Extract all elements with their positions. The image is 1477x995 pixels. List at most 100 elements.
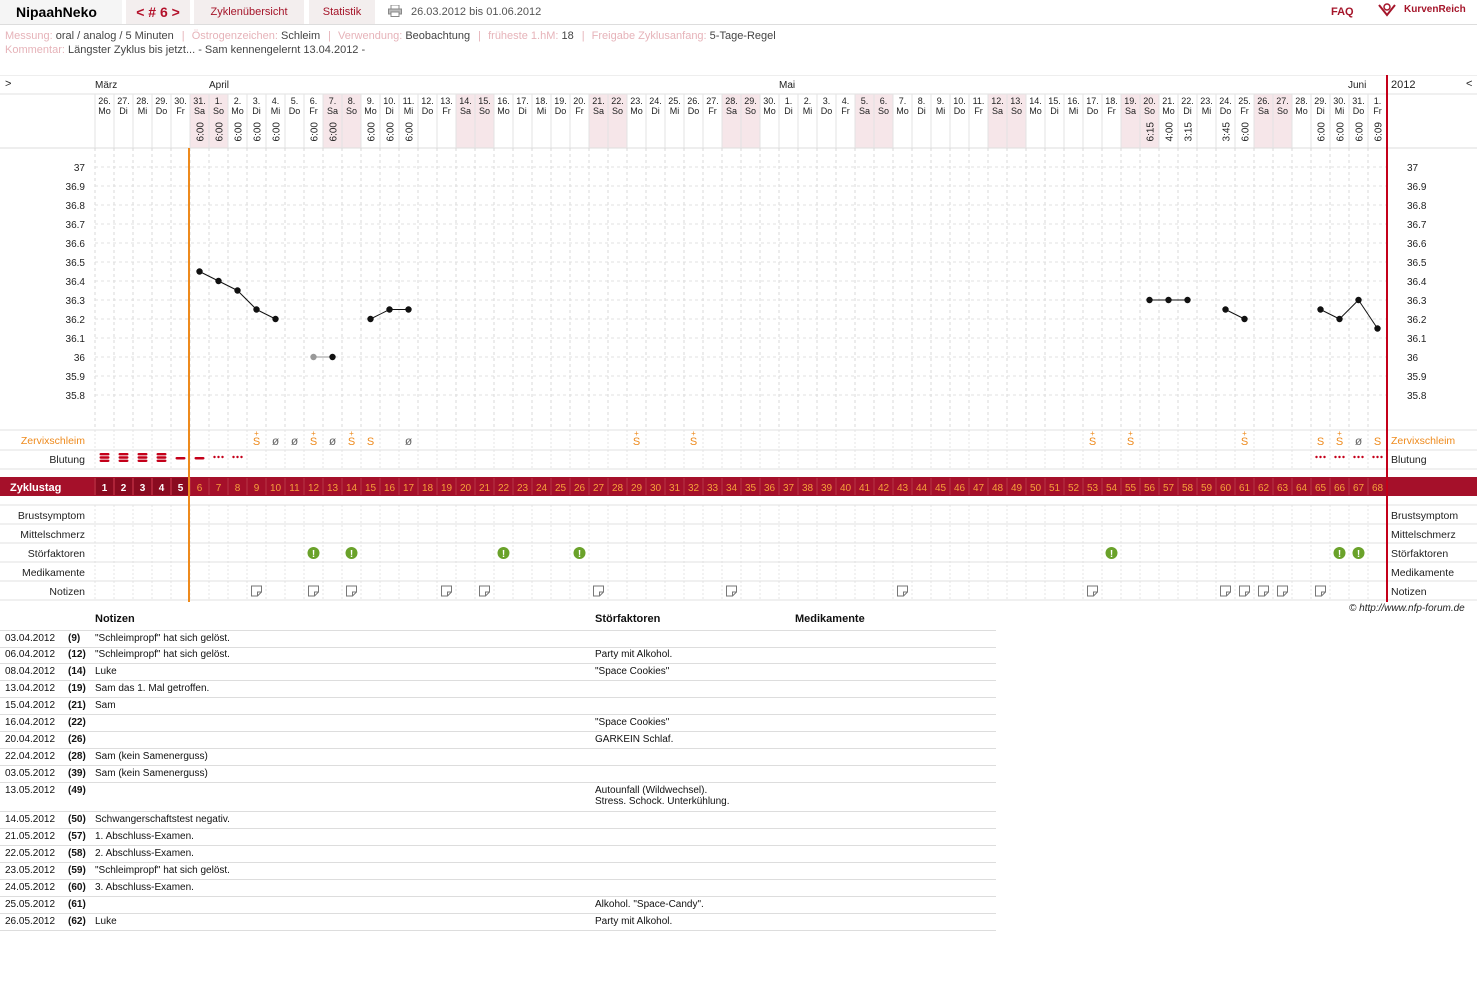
day-date: 19. (554, 96, 567, 106)
cycle-day-number: 10 (270, 483, 282, 494)
temp-point (1355, 296, 1362, 304)
faq-link[interactable]: FAQ (1331, 6, 1354, 18)
cell-day: (59) (68, 865, 86, 876)
cycle-day-number: 42 (878, 483, 890, 494)
day-date: 16. (497, 96, 510, 106)
cycle-day-number: 59 (1201, 483, 1213, 494)
printer-icon[interactable] (388, 5, 402, 17)
cycle-day-number: 6 (197, 483, 203, 494)
temp-point (1241, 315, 1248, 323)
day-date: 25. (668, 96, 681, 106)
row-label-zyklustag: Zyklustag (10, 482, 61, 494)
cycle-day-number: 7 (216, 483, 222, 494)
table-row: 03.05.2012 (39) Sam (kein Samenerguss) (0, 766, 996, 783)
cell-date: 13.05.2012 (5, 785, 56, 796)
bleeding-spotting-icon (1361, 455, 1364, 459)
day-date: 13. (1010, 96, 1023, 106)
cycle-day-number: 44 (916, 483, 928, 494)
day-date: 3. (823, 96, 831, 106)
cell-day: (49) (68, 785, 86, 796)
bleeding-spotting-icon (217, 455, 220, 459)
day-date: 19. (1124, 96, 1137, 106)
cell-day: (14) (68, 666, 86, 677)
measure-time: 6:00 (1355, 122, 1366, 142)
col-stoerfaktoren: Störfaktoren (595, 613, 661, 625)
table-row: 13.04.2012 (19) Sam das 1. Mal getroffen. (0, 681, 996, 698)
username-tab[interactable]: NipaahNeko (0, 0, 122, 24)
cell-day: (62) (68, 916, 86, 927)
cell-note: Sam (95, 700, 116, 711)
cycle-day-number: 63 (1277, 483, 1289, 494)
chart-next-button[interactable]: < (1466, 78, 1472, 90)
disruption-icon-mark: ! (312, 549, 315, 560)
info-row-2: Kommentar: Längster Zyklus bis jetzt... … (5, 44, 369, 56)
disruption-icon-mark: ! (578, 549, 581, 560)
bleeding-heavy-icon (118, 456, 129, 459)
temp-axis-label-left: 36.2 (66, 315, 86, 326)
table-row: 08.04.2012 (14) Luke "Space Cookies" (0, 664, 996, 681)
day-weekday: Mo (98, 106, 111, 116)
table-row: 22.04.2012 (28) Sam (kein Samenerguss) (0, 749, 996, 766)
table-row: 23.05.2012 (59) "Schleimpropf" hat sich ge… (0, 863, 996, 880)
temp-axis-label-left: 36.6 (66, 239, 86, 250)
day-weekday: Do (156, 106, 168, 116)
bleeding-spotting-icon (1315, 455, 1318, 459)
tab-cycle-overview[interactable]: Zyklenübersicht (194, 0, 304, 24)
day-weekday: Di (1316, 106, 1325, 116)
day-weekday: So (745, 106, 756, 116)
cycle-day-number: 22 (498, 483, 510, 494)
day-date: 25. (1238, 96, 1251, 106)
measure-time: 6:15 (1146, 122, 1157, 142)
measure-time: 6:09 (1374, 122, 1385, 142)
oestrogen-label: Östrogenzeichen: (191, 30, 278, 42)
cycle-day-number: 13 (327, 483, 339, 494)
table-row: 16.04.2012 (22) "Space Cookies" (0, 715, 996, 732)
chart-year-label: 2012 (1391, 79, 1415, 91)
bleeding-spotting-icon (213, 455, 216, 459)
cell-note: Sam (kein Samenerguss) (95, 751, 208, 762)
cycle-day-number: 37 (783, 483, 795, 494)
cycle-day-number: 65 (1315, 483, 1327, 494)
temp-point (1184, 296, 1191, 304)
row-label-medi: Medikamente (22, 567, 85, 579)
cell-stoer: "Space Cookies" (595, 717, 670, 728)
bleeding-heavy-icon (137, 453, 148, 456)
tab-statistics[interactable]: Statistik (309, 0, 375, 24)
day-weekday: Sa (1125, 106, 1136, 116)
day-weekday: Do (1353, 106, 1365, 116)
temp-axis-label-left: 36.8 (66, 201, 86, 212)
cycle-day-number: 61 (1239, 483, 1251, 494)
day-date: 20. (573, 96, 586, 106)
cell-stoer: "Space Cookies" (595, 666, 670, 677)
day-date: 20. (1143, 96, 1156, 106)
chart-prev-button[interactable]: > (5, 78, 11, 90)
cycle-selector[interactable]: < # 6 > (126, 0, 190, 24)
cycle-day-number: 47 (973, 483, 985, 494)
cycle-day-number: 64 (1296, 483, 1308, 494)
day-weekday: Mi (271, 106, 281, 116)
day-weekday: Sa (726, 106, 737, 116)
measure-time: 6:00 (1241, 122, 1252, 142)
cycle-day-number: 9 (254, 483, 260, 494)
temp-axis-label-left: 36 (74, 353, 86, 364)
day-date: 17. (1086, 96, 1099, 106)
oestrogen-value: Schleim (281, 30, 321, 42)
disruption-icon-mark: ! (1357, 549, 1360, 560)
cycle-day-number: 17 (403, 483, 415, 494)
day-date: 31. (193, 96, 206, 106)
note-icon (1315, 585, 1326, 597)
measure-time: 6:00 (386, 122, 397, 142)
temp-axis-label-left: 36.5 (66, 258, 86, 269)
kommentar-value: Längster Zyklus bis jetzt... - Sam kenne… (67, 44, 366, 56)
day-weekday: So (213, 106, 224, 116)
cycle-day-number: 46 (954, 483, 966, 494)
measure-time: 6:00 (215, 122, 226, 142)
day-weekday: Mi (537, 106, 547, 116)
fruehest-value: 18 (561, 30, 574, 42)
cycle-day-number: 57 (1163, 483, 1175, 494)
temp-point (1165, 296, 1172, 304)
row-label-right-zervix: Zervixschleim (1391, 435, 1455, 447)
cell-note: "Schleimpropf" hat sich gelöst. (95, 633, 230, 644)
day-weekday: Fr (841, 106, 850, 116)
measure-time: 3:15 (1184, 122, 1195, 142)
